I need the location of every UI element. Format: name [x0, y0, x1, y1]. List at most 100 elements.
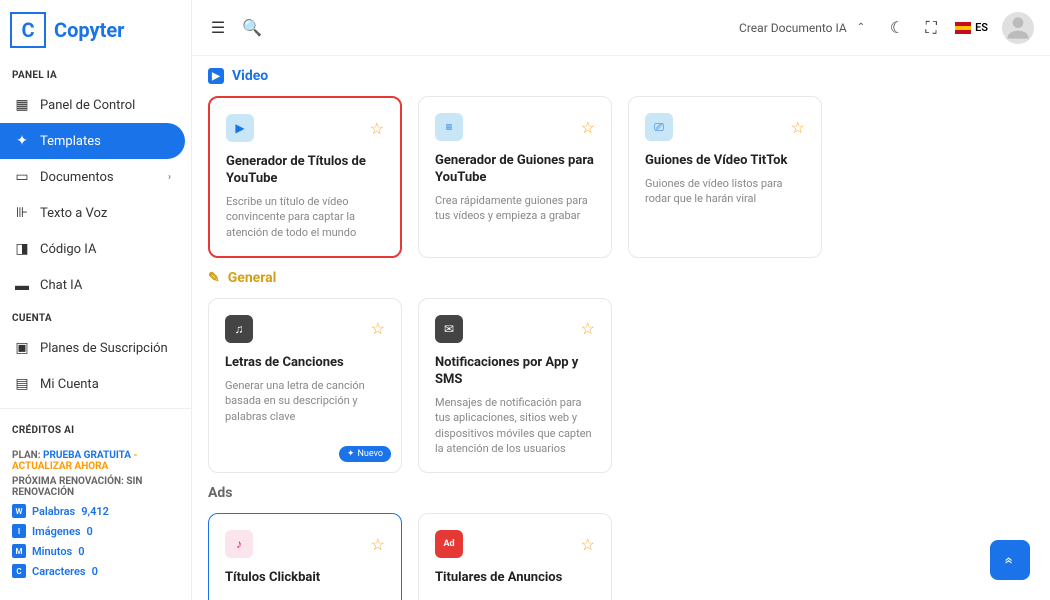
card-desc: Crea rápidamente guiones para tus vídeos…	[435, 193, 595, 224]
section-label: General	[228, 270, 277, 286]
search-icon[interactable]: 🔍	[242, 18, 262, 38]
sidebar-item-label: Templates	[40, 134, 101, 149]
badge-new: ✦Nuevo	[339, 446, 391, 462]
credit-value: 0	[92, 565, 98, 578]
message-icon: ✉	[435, 315, 463, 343]
music-icon: ♫	[225, 315, 253, 343]
sidebar-section-panel: PANEL IA	[0, 60, 191, 87]
images-icon: I	[12, 524, 26, 538]
chevron-right-icon: ›	[168, 172, 171, 183]
credit-label: Minutos	[32, 545, 72, 558]
section-video-header: ▶ Video	[208, 56, 1034, 96]
credit-minutos: M Minutos 0	[12, 544, 179, 558]
sidebar-item-label: Código IA	[40, 242, 96, 257]
subscription-icon: ▣	[14, 340, 30, 356]
user-icon	[1002, 12, 1034, 44]
card-title: Generador de Títulos de YouTube	[226, 154, 384, 188]
star-icon[interactable]: ☆	[581, 319, 595, 338]
chevron-up-icon: ⌃	[857, 22, 865, 33]
card-title: Guiones de Vídeo TitTok	[645, 153, 805, 170]
minutes-icon: M	[12, 544, 26, 558]
card-desc: Generar una letra de canción basada en s…	[225, 378, 385, 424]
card-title: Notificaciones por App y SMS	[435, 355, 595, 389]
sidebar-item-templates[interactable]: ✦ Templates	[0, 123, 185, 159]
avatar[interactable]	[1002, 12, 1034, 44]
card-title: Titulares de Anuncios	[435, 570, 595, 587]
theme-toggle-icon[interactable]: ☾	[887, 18, 907, 38]
credit-value: 0	[78, 545, 84, 558]
sidebar-item-codigo[interactable]: ◨ Código IA	[0, 231, 185, 267]
sidebar-section-cuenta: CUENTA	[0, 303, 191, 330]
menu-toggle-icon[interactable]: ☰	[208, 18, 228, 38]
star-icon[interactable]: ☆	[371, 535, 385, 554]
sidebar-item-label: Chat IA	[40, 278, 82, 293]
logo-icon: C	[10, 12, 46, 48]
create-label: Crear Documento IA	[739, 21, 847, 35]
plan-name[interactable]: PRUEBA GRATUITA	[41, 450, 131, 461]
create-document-dropdown[interactable]: Crear Documento IA ⌃	[731, 17, 873, 39]
credit-value: 9,412	[81, 505, 109, 518]
star-icon[interactable]: ☆	[581, 535, 595, 554]
scroll-top-button[interactable]: «	[990, 540, 1030, 580]
credit-label: Palabras	[32, 505, 75, 518]
sidebar-item-micuenta[interactable]: ▤ Mi Cuenta	[0, 366, 185, 402]
lang-code: ES	[975, 21, 988, 34]
divider	[0, 408, 191, 409]
section-label: Ads	[208, 485, 232, 501]
youtube-play-icon: ▶	[226, 114, 254, 142]
card-title: Generador de Guiones para YouTube	[435, 153, 595, 187]
flag-es-icon	[955, 22, 971, 34]
chevron-up-double-icon: «	[1000, 556, 1019, 564]
section-ads-header: Ads	[208, 473, 1034, 513]
script-icon: ≡	[435, 113, 463, 141]
card-titulares-anuncios[interactable]: Ad ☆ Titulares de Anuncios	[418, 513, 612, 600]
card-desc: Mensajes de notificación para tus aplica…	[435, 395, 595, 457]
sidebar-item-texto-voz[interactable]: ⊪ Texto a Voz	[0, 195, 185, 231]
ads-cards: ♪ ☆ Títulos Clickbait Ad ☆ Titulares de …	[208, 513, 1034, 600]
credit-label: Imágenes	[32, 525, 81, 538]
star-icon[interactable]: ☆	[370, 119, 384, 138]
documents-icon: ▭	[14, 169, 30, 185]
pencil-icon: ✎	[208, 270, 220, 286]
section-general-header: ✎ General	[208, 258, 1034, 298]
renewal-text: PRÓXIMA RENOVACIÓN: SIN RENOVACIÓN	[12, 476, 179, 498]
card-youtube-titles[interactable]: ▶ ☆ Generador de Títulos de YouTube Escr…	[208, 96, 402, 258]
card-youtube-scripts[interactable]: ≡ ☆ Generador de Guiones para YouTube Cr…	[418, 96, 612, 258]
chars-icon: C	[12, 564, 26, 578]
card-desc: Guiones de vídeo listos para rodar que l…	[645, 176, 805, 207]
plan-prefix: PLAN:	[12, 450, 41, 461]
camera-icon: ⎚	[645, 113, 673, 141]
credit-label: Caracteres	[32, 565, 86, 578]
account-icon: ▤	[14, 376, 30, 392]
templates-icon: ✦	[14, 133, 30, 149]
audio-icon: ⊪	[14, 205, 30, 221]
topbar: ☰ 🔍 Crear Documento IA ⌃ ☾ ⛶ ES	[192, 0, 1050, 56]
sidebar-item-planes[interactable]: ▣ Planes de Suscripción	[0, 330, 185, 366]
star-icon[interactable]: ☆	[791, 118, 805, 137]
card-title: Títulos Clickbait	[225, 570, 385, 587]
logo[interactable]: C Copyter	[0, 0, 191, 60]
card-desc: Escribe un título de vídeo convincente p…	[226, 194, 384, 240]
credit-caracteres: C Caracteres 0	[12, 564, 179, 578]
star-icon[interactable]: ☆	[371, 319, 385, 338]
credits-block: PLAN: PRUEBA GRATUITA - ACTUALIZAR AHORA…	[0, 442, 191, 586]
star-icon[interactable]: ☆	[581, 118, 595, 137]
card-notificaciones[interactable]: ✉ ☆ Notificaciones por App y SMS Mensaje…	[418, 298, 612, 473]
card-letras-canciones[interactable]: ♫ ☆ Letras de Canciones Generar una letr…	[208, 298, 402, 473]
main-area: ☰ 🔍 Crear Documento IA ⌃ ☾ ⛶ ES ▶ Video	[192, 0, 1050, 600]
chat-icon: ▬	[14, 277, 30, 293]
video-section-icon: ▶	[208, 68, 224, 84]
card-tiktok-scripts[interactable]: ⎚ ☆ Guiones de Vídeo TitTok Guiones de v…	[628, 96, 822, 258]
sidebar-item-chat[interactable]: ▬ Chat IA	[0, 267, 185, 303]
sidebar-item-panel-control[interactable]: ▦ Panel de Control	[0, 87, 185, 123]
code-icon: ◨	[14, 241, 30, 257]
sidebar-item-documentos[interactable]: ▭ Documentos ›	[0, 159, 185, 195]
logo-text: Copyter	[54, 18, 124, 42]
language-selector[interactable]: ES	[955, 21, 988, 34]
sidebar-item-label: Mi Cuenta	[40, 377, 99, 392]
fullscreen-icon[interactable]: ⛶	[921, 18, 941, 38]
ad-icon: Ad	[435, 530, 463, 558]
sidebar-item-label: Texto a Voz	[40, 206, 107, 221]
card-clickbait[interactable]: ♪ ☆ Títulos Clickbait	[208, 513, 402, 600]
sidebar-section-creditos: CRÉDITOS AI	[0, 415, 191, 442]
